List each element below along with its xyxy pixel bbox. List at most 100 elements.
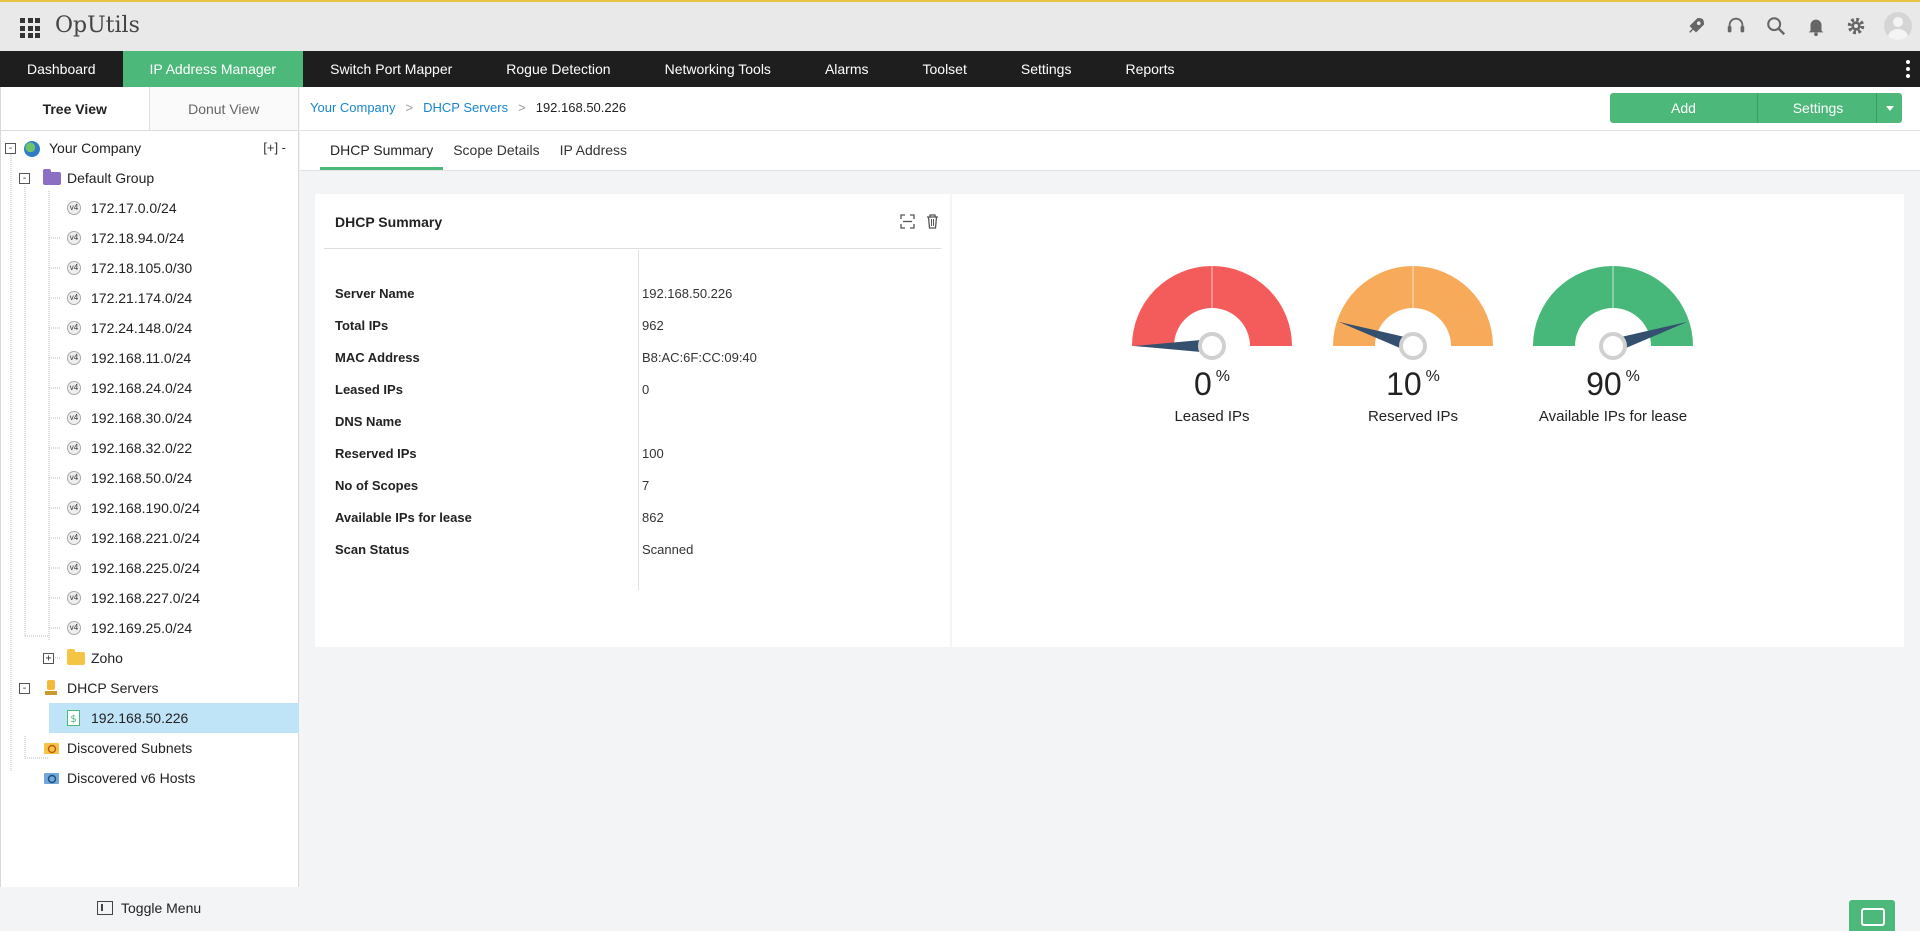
- tree-subnet-label: 192.168.225.0/24: [91, 560, 200, 576]
- settings-dropdown-caret-icon[interactable]: [1876, 93, 1902, 123]
- tab-scope-details[interactable]: Scope Details: [443, 131, 549, 170]
- tree-subnet-row[interactable]: v4 192.168.225.0/24: [1, 553, 298, 583]
- rocket-icon[interactable]: [1684, 12, 1708, 40]
- app-grid-icon[interactable]: [20, 18, 40, 38]
- tree-subnet-label: 192.168.24.0/24: [91, 380, 193, 396]
- collapse-icon[interactable]: -: [19, 173, 30, 184]
- gear-icon[interactable]: [1844, 12, 1868, 40]
- add-button[interactable]: Add: [1610, 93, 1757, 123]
- top-icon-bar: [1684, 12, 1920, 40]
- tree-subnet-label: 192.168.11.0/24: [91, 350, 192, 366]
- summary-value: 862: [642, 510, 664, 525]
- summary-value: Scanned: [642, 542, 694, 557]
- user-avatar[interactable]: [1884, 12, 1912, 40]
- tab-dhcp-summary[interactable]: DHCP Summary: [320, 131, 444, 170]
- summary-key: Available IPs for lease: [335, 510, 472, 525]
- nav-reports[interactable]: Reports: [1098, 51, 1201, 87]
- nav-toolset[interactable]: Toolset: [896, 51, 994, 87]
- gauge-value-number: 0: [1193, 366, 1212, 402]
- more-menu-icon[interactable]: [1906, 60, 1910, 78]
- tree-dhcp-servers-row[interactable]: - DHCP Servers: [1, 673, 298, 703]
- tree-subnet-label: 172.17.0.0/24: [91, 200, 177, 216]
- tree-subnet-row[interactable]: v4 192.169.25.0/24: [1, 613, 298, 643]
- dhcp-summary-card: DHCP Summary Server Name 192.168.50.226 To…: [315, 194, 950, 647]
- tree-subnet-row[interactable]: v4 192.168.32.0/22: [1, 433, 298, 463]
- summary-key: Total IPs: [335, 318, 389, 333]
- collapse-icon[interactable]: -: [19, 683, 30, 694]
- summary-key: Server Name: [335, 286, 415, 301]
- gauge-value-number: 10: [1386, 366, 1422, 402]
- summary-row: Total IPs 962: [335, 310, 935, 342]
- tree-root-row[interactable]: - Your Company [+] -: [1, 133, 298, 163]
- tree-subnet-row[interactable]: v4 172.17.0.0/24: [1, 193, 298, 223]
- tree-default-group-label: Default Group: [67, 170, 155, 186]
- tree-subnet-row[interactable]: v4 172.21.174.0/24: [1, 283, 298, 313]
- tree-subnet-row[interactable]: v4 192.168.30.0/24: [1, 403, 298, 433]
- detail-tabs: DHCP Summary Scope Details IP Address: [300, 131, 1920, 171]
- expand-collapse-all-control[interactable]: [+] -: [263, 133, 286, 163]
- summary-value: 192.168.50.226: [642, 286, 733, 301]
- settings-button[interactable]: Settings: [1760, 93, 1876, 123]
- bell-icon[interactable]: [1804, 12, 1828, 40]
- nav-settings[interactable]: Settings: [994, 51, 1099, 87]
- breadcrumb-dhcp-servers[interactable]: DHCP Servers: [423, 100, 508, 115]
- gauge-hub: [1599, 332, 1627, 360]
- headset-icon[interactable]: [1724, 12, 1748, 40]
- ipv4-subnet-icon: v4: [67, 621, 81, 635]
- tree-subnet-row[interactable]: v4 192.168.190.0/24: [1, 493, 298, 523]
- collapse-icon[interactable]: -: [5, 143, 16, 154]
- tree-subnet-label: 192.169.25.0/24: [91, 620, 193, 636]
- summary-row: Scan Status Scanned: [335, 534, 935, 566]
- tree-subnet-row[interactable]: v4 172.18.94.0/24: [1, 223, 298, 253]
- svg-text:$: $: [70, 714, 76, 725]
- nav-networking-tools[interactable]: Networking Tools: [638, 51, 798, 87]
- tree-subnet-row[interactable]: v4 172.24.148.0/24: [1, 313, 298, 343]
- utilization-gauges-card: 0% Leased IPs 10% Reserved IPs 90% Available …: [952, 194, 1904, 647]
- breadcrumb-your-company[interactable]: Your Company: [310, 100, 396, 115]
- delete-icon[interactable]: [925, 214, 940, 229]
- tree-default-group-row[interactable]: - Default Group: [1, 163, 298, 193]
- summary-key: No of Scopes: [335, 478, 419, 493]
- tree-subnet-label: 172.18.105.0/30: [91, 260, 193, 276]
- breadcrumb: Your Company > DHCP Servers >192.168.50.226: [310, 87, 626, 129]
- ipv4-subnet-icon: v4: [67, 501, 81, 515]
- tree-subnet-label: 192.168.32.0/22: [91, 440, 193, 456]
- nav-rogue-detection[interactable]: Rogue Detection: [479, 51, 637, 87]
- summary-value: 962: [642, 318, 664, 333]
- tree-dhcp-server-item-row[interactable]: $ 192.168.50.226: [1, 703, 299, 733]
- expand-icon[interactable]: +: [43, 653, 54, 664]
- summary-row: Server Name 192.168.50.226: [335, 278, 935, 310]
- tab-ip-address[interactable]: IP Address: [550, 131, 637, 170]
- nav-ip-address-manager[interactable]: IP Address Manager: [122, 51, 304, 87]
- tree-discovered-v6-row[interactable]: Discovered v6 Hosts: [1, 763, 298, 793]
- tree-discovered-subnets-row[interactable]: Discovered Subnets: [1, 733, 298, 763]
- ipv4-subnet-icon: v4: [67, 201, 81, 215]
- tree-subnet-row[interactable]: v4 192.168.50.0/24: [1, 463, 298, 493]
- tree-subnet-row[interactable]: v4 172.18.105.0/30: [1, 253, 298, 283]
- nav-switch-port-mapper[interactable]: Switch Port Mapper: [303, 51, 479, 87]
- chat-button[interactable]: [1849, 900, 1895, 931]
- nav-dashboard[interactable]: Dashboard: [0, 51, 123, 87]
- tree-dhcp-servers-label: DHCP Servers: [67, 680, 159, 696]
- summary-key: Leased IPs: [335, 382, 403, 397]
- top-header: OpUtils: [0, 0, 1920, 51]
- ipv4-subnet-icon: v4: [67, 381, 81, 395]
- tree-subnet-row[interactable]: v4 192.168.227.0/24: [1, 583, 298, 613]
- summary-row: DNS Name: [335, 406, 935, 438]
- tree-subnet-row[interactable]: v4 192.168.11.0/24: [1, 343, 298, 373]
- ipv4-subnet-icon: v4: [67, 441, 81, 455]
- toggle-menu-button[interactable]: Toggle Menu: [97, 900, 201, 916]
- breadcrumb-separator: >: [405, 100, 414, 115]
- nav-alarms[interactable]: Alarms: [798, 51, 896, 87]
- toggle-menu-label: Toggle Menu: [121, 900, 202, 916]
- tab-donut-view[interactable]: Donut View: [149, 87, 298, 130]
- tab-tree-view[interactable]: Tree View: [1, 87, 150, 130]
- expand-icon[interactable]: [900, 214, 915, 229]
- tree-zoho-row[interactable]: + Zoho: [1, 643, 298, 673]
- gauge-value-unit: %: [1425, 368, 1440, 385]
- search-icon[interactable]: [1764, 12, 1788, 40]
- tree-subnet-row[interactable]: v4 192.168.24.0/24: [1, 373, 298, 403]
- card-actions: [900, 214, 940, 229]
- ipv4-subnet-icon: v4: [67, 561, 81, 575]
- tree-subnet-row[interactable]: v4 192.168.221.0/24: [1, 523, 298, 553]
